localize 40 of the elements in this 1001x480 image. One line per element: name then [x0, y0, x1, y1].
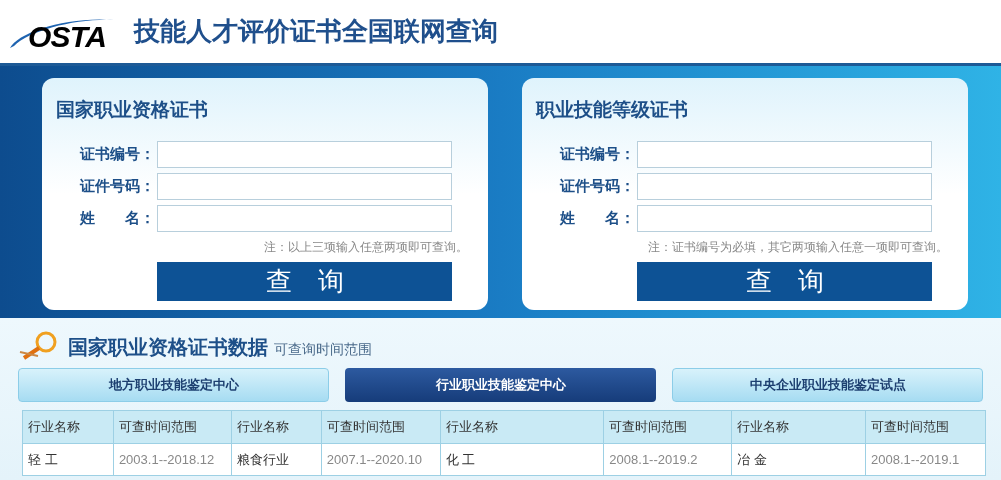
column-header: 行业名称	[231, 410, 322, 444]
field-label: 证件号码：	[558, 175, 636, 196]
input-field[interactable]	[157, 172, 452, 200]
table-cell: 2003.1--2018.12	[113, 443, 232, 476]
card-title: 国家职业资格证书	[56, 98, 209, 122]
table-cell: 化 工	[440, 443, 604, 476]
note-text: 注：以上三项输入任意两项即可查询。	[264, 238, 468, 256]
tab[interactable]: 中央企业职业技能鉴定试点	[672, 368, 983, 402]
input-field[interactable]	[637, 140, 932, 168]
note-text: 注：证书编号为必填，其它两项输入任意一项即可查询。	[648, 238, 948, 256]
field-label: 证件号码：	[78, 175, 156, 196]
table-cell: 2008.1--2019.1	[865, 443, 986, 476]
column-header: 行业名称	[22, 410, 114, 444]
table-cell: 粮食行业	[231, 443, 322, 476]
field-label: 证书编号：	[558, 143, 636, 164]
search-button[interactable]: 查 询	[637, 261, 932, 301]
column-header: 行业名称	[731, 410, 866, 444]
input-field[interactable]	[637, 204, 932, 232]
column-header: 可查时间范围	[865, 410, 986, 444]
column-header: 可查时间范围	[321, 410, 441, 444]
search-button[interactable]: 查 询	[157, 261, 452, 301]
field-label: 姓 名：	[79, 207, 156, 228]
tab[interactable]: 行业职业技能鉴定中心	[345, 368, 656, 402]
table-cell: 2007.1--2020.10	[321, 443, 441, 476]
column-header: 可查时间范围	[603, 410, 732, 444]
table-cell: 冶 金	[731, 443, 866, 476]
table-cell: 轻 工	[22, 443, 114, 476]
section-subtitle: 可查询时间范围	[274, 340, 372, 359]
field-label: 证书编号：	[78, 143, 156, 164]
field-label: 姓 名：	[559, 207, 636, 228]
input-field[interactable]	[157, 140, 452, 168]
input-field[interactable]	[637, 172, 932, 200]
input-field[interactable]	[157, 204, 452, 232]
column-header: 行业名称	[440, 410, 604, 444]
table-cell: 2008.1--2019.2	[603, 443, 732, 476]
card-title: 职业技能等级证书	[536, 98, 689, 122]
site-title: 技能人才评价证书全国联网查询	[134, 15, 498, 48]
column-header: 可查时间范围	[113, 410, 232, 444]
tab[interactable]: 地方职业技能鉴定中心	[18, 368, 329, 402]
section-title: 国家职业资格证书数据	[68, 334, 268, 361]
